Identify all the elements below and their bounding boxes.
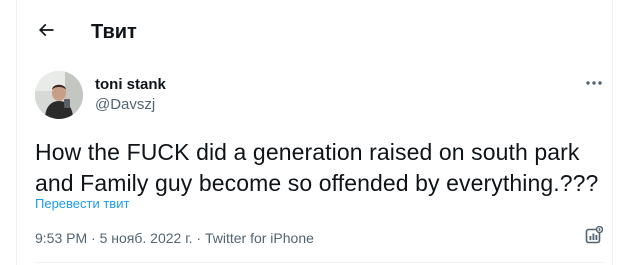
tweet-source[interactable]: Twitter for iPhone: [205, 230, 314, 246]
analytics-icon: [585, 225, 604, 249]
tweet-text: How the FUCK did a generation raised on …: [35, 139, 599, 196]
tweet-detail-panel: Твит toni stank @Davszj How the FUCK did…: [16, 0, 613, 265]
more-options-button[interactable]: [582, 74, 606, 90]
meta-separator: ·: [87, 230, 100, 246]
translate-tweet-link[interactable]: Перевести твит: [35, 196, 129, 212]
arrow-left-icon: [36, 20, 56, 45]
avatar-image: [35, 71, 83, 119]
meta-separator: ·: [192, 230, 205, 246]
tweet-date[interactable]: 5 нояб. 2022 г.: [100, 230, 193, 246]
tweet-time[interactable]: 9:53 PM: [35, 230, 87, 246]
analytics-button[interactable]: [583, 225, 605, 249]
back-button[interactable]: [31, 17, 61, 47]
divider: [35, 262, 604, 263]
page-title: Твит: [91, 21, 137, 43]
page-header: Твит: [17, 0, 612, 62]
tweet-meta: 9:53 PM · 5 нояб. 2022 г. · Twitter for …: [35, 229, 314, 247]
author-name[interactable]: toni stank: [95, 76, 166, 94]
avatar[interactable]: [35, 71, 83, 119]
author-handle[interactable]: @Davszj: [95, 96, 155, 114]
more-horizontal-icon: [585, 73, 603, 91]
